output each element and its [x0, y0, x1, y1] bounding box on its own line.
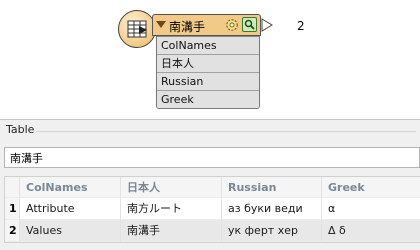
collapse-arrow-icon[interactable]	[156, 21, 166, 29]
attribute-list: ColNames 日本人 Russian Greek	[156, 36, 260, 109]
gear-icon[interactable]	[224, 17, 240, 33]
table-cell[interactable]: аз буки веди	[222, 198, 322, 220]
attribute-item[interactable]: Russian	[157, 72, 259, 90]
table-row[interactable]: 1 Attribute 南方ルート аз буки веди α	[5, 198, 420, 220]
table-cell[interactable]: ук ферт хер	[222, 220, 322, 242]
column-header[interactable]: Greek	[322, 177, 420, 198]
row-number[interactable]: 1	[5, 198, 20, 220]
table-cell[interactable]: 南方ルート	[121, 198, 222, 220]
feature-count: 2	[297, 19, 305, 33]
attribute-item[interactable]: Greek	[157, 90, 259, 108]
table-panel-label: Table	[6, 123, 35, 136]
inspect-icon[interactable]	[242, 17, 257, 32]
table-cell[interactable]: 南溝手	[121, 220, 222, 242]
table-cell[interactable]: Values	[20, 220, 121, 242]
panel-divider	[36, 131, 416, 132]
corner-cell[interactable]	[5, 177, 20, 198]
output-port-icon[interactable]	[261, 18, 273, 32]
table-icon[interactable]	[118, 10, 156, 48]
table-header-row: ColNames 日本人 Russian Greek	[5, 177, 420, 198]
table-name-field[interactable]: 南溝手	[4, 147, 420, 168]
attribute-item[interactable]: 日本人	[157, 54, 259, 72]
attribute-item[interactable]: ColNames	[157, 36, 259, 54]
transformer-header[interactable]: 南溝手	[152, 14, 261, 36]
table-cell[interactable]: Δ δ	[322, 220, 420, 242]
table-row[interactable]: 2 Values 南溝手 ук ферт хер Δ δ	[5, 220, 420, 242]
column-header[interactable]: ColNames	[20, 177, 121, 198]
table-cell[interactable]: Attribute	[20, 198, 121, 220]
row-number[interactable]: 2	[5, 220, 20, 242]
column-header[interactable]: Russian	[222, 177, 322, 198]
table-cell[interactable]: α	[322, 198, 420, 220]
workspace-canvas[interactable]: 南溝手 2 ColNames 日本人 Russian Greek	[0, 0, 420, 118]
column-header[interactable]: 日本人	[121, 177, 222, 198]
transformer-name: 南溝手	[169, 20, 206, 34]
table-panel: Table 南溝手 ColNames 日本人 Russian Greek 1 A…	[0, 119, 420, 250]
data-table: ColNames 日本人 Russian Greek 1 Attribute 南…	[4, 176, 420, 243]
